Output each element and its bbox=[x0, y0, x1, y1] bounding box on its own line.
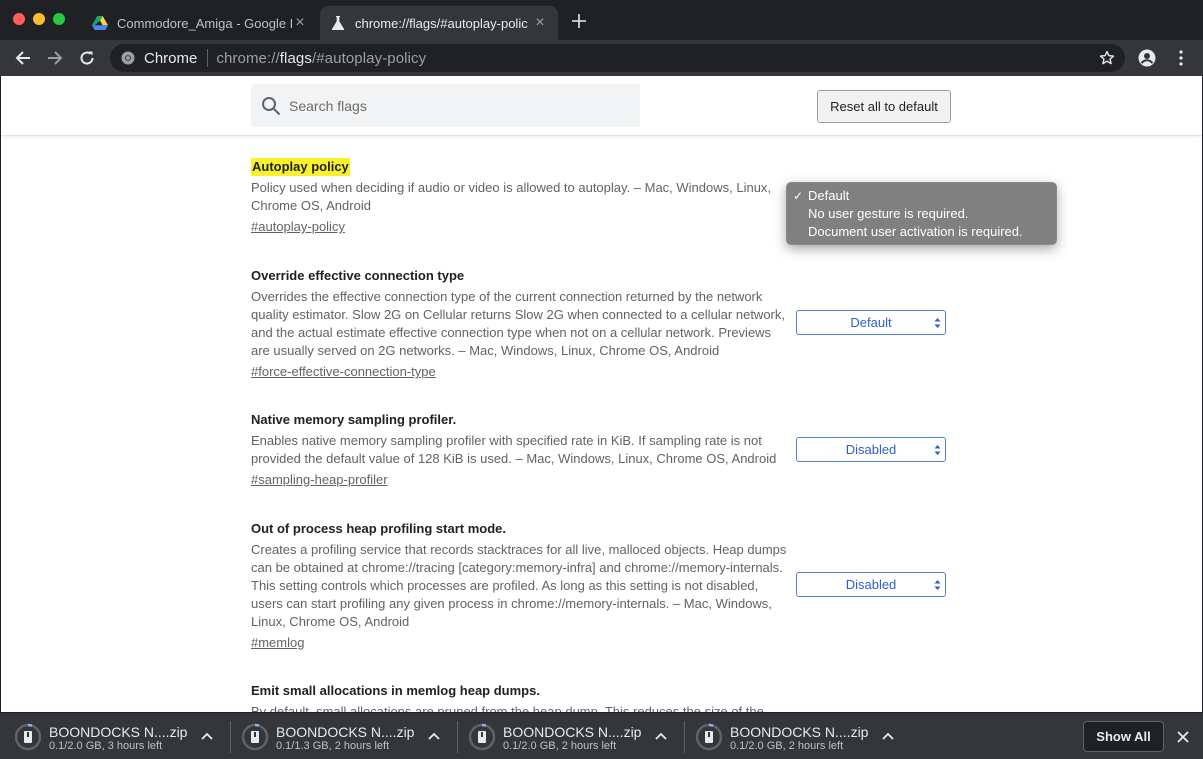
tab-strip: Commodore_Amiga - Google D × chrome://fl… bbox=[0, 0, 1203, 40]
close-shelf-button[interactable] bbox=[1174, 728, 1192, 746]
download-status: 0.1/2.0 GB, 2 hours left bbox=[730, 740, 844, 752]
chevron-up-icon[interactable] bbox=[881, 730, 895, 744]
download-shelf: BOONDOCKS N....zip 0.1/2.0 GB, 3 hours l… bbox=[0, 712, 1203, 759]
chevron-up-icon[interactable] bbox=[200, 730, 214, 744]
download-status: 0.1/2.0 GB, 3 hours left bbox=[49, 740, 163, 752]
dropdown-option-user-activation[interactable]: Document user activation is required. bbox=[787, 223, 1056, 241]
experiment-name: Emit small allocations in memlog heap du… bbox=[251, 683, 540, 698]
flags-header: Reset all to default bbox=[1, 76, 1202, 136]
experiment-memlog: Out of process heap profiling start mode… bbox=[251, 520, 791, 652]
bookmark-star-button[interactable] bbox=[1095, 46, 1119, 70]
download-progress-icon bbox=[695, 723, 723, 751]
experiment-description: Policy used when deciding if audio or vi… bbox=[251, 180, 772, 213]
experiment-description: Creates a profiling service that records… bbox=[251, 542, 787, 629]
forward-button[interactable] bbox=[43, 46, 67, 70]
experiment-link[interactable]: #sampling-heap-profiler bbox=[251, 471, 388, 489]
experiment-name: Autoplay policy bbox=[251, 158, 350, 176]
experiment-native-memory-sampling: Native memory sampling profiler. Enables… bbox=[251, 411, 791, 489]
chevron-up-icon[interactable] bbox=[654, 730, 668, 744]
experiment-description: By default, small allocations are pruned… bbox=[251, 704, 764, 712]
download-progress-icon bbox=[14, 723, 42, 751]
account-icon bbox=[1138, 49, 1156, 67]
menu-button[interactable] bbox=[1169, 46, 1193, 70]
reload-icon bbox=[80, 51, 94, 65]
omnibox[interactable]: Chrome chrome://flags/#autoplay-policy bbox=[110, 44, 1125, 72]
experiment-memlog-small-allocations: Emit small allocations in memlog heap du… bbox=[251, 682, 791, 712]
tab-google-drive[interactable]: Commodore_Amiga - Google D × bbox=[82, 6, 318, 40]
sampling-profiler-select[interactable]: Disabled bbox=[796, 437, 946, 462]
connection-type-select[interactable]: Default bbox=[796, 310, 946, 335]
download-filename: BOONDOCKS N....zip bbox=[503, 724, 642, 740]
maximize-window-button[interactable] bbox=[53, 13, 65, 25]
profile-button[interactable] bbox=[1135, 46, 1159, 70]
download-item[interactable]: BOONDOCKS N....zip 0.1/2.0 GB, 2 hours l… bbox=[454, 719, 676, 755]
experiment-link[interactable]: #memlog bbox=[251, 634, 304, 652]
plus-icon bbox=[572, 14, 586, 28]
omnibox-url: chrome://flags/#autoplay-policy bbox=[216, 49, 427, 67]
experiment-name: Override effective connection type bbox=[251, 268, 465, 283]
experiment-link[interactable]: #force-effective-connection-type bbox=[251, 363, 436, 381]
experiment-name: Native memory sampling profiler. bbox=[251, 412, 457, 427]
close-icon bbox=[1177, 731, 1189, 743]
experiment-name: Out of process heap profiling start mode… bbox=[251, 521, 506, 536]
checkmark-icon: ✓ bbox=[793, 189, 804, 203]
reset-all-button[interactable]: Reset all to default bbox=[817, 90, 951, 123]
autoplay-policy-dropdown[interactable]: ✓ Default No user gesture is required. D… bbox=[786, 182, 1057, 245]
memlog-select[interactable]: Disabled bbox=[796, 572, 946, 597]
download-status: 0.1/2.0 GB, 2 hours left bbox=[503, 740, 617, 752]
search-box[interactable] bbox=[251, 84, 640, 127]
kebab-menu-icon bbox=[1179, 50, 1183, 66]
arrow-left-icon bbox=[15, 51, 30, 65]
chrome-logo-icon bbox=[120, 50, 136, 66]
chevron-up-icon[interactable] bbox=[427, 730, 441, 744]
tab-chrome-flags[interactable]: chrome://flags/#autoplay-polic × bbox=[320, 6, 558, 40]
close-tab-icon[interactable]: × bbox=[532, 14, 548, 31]
select-value: Default bbox=[850, 315, 892, 330]
experiment-override-connection-type: Override effective connection type Overr… bbox=[251, 267, 791, 381]
new-tab-button[interactable] bbox=[568, 10, 590, 32]
arrow-right-icon bbox=[48, 51, 63, 65]
flask-icon bbox=[330, 15, 346, 31]
tab-title: chrome://flags/#autoplay-polic bbox=[355, 15, 528, 31]
select-caret-icon bbox=[934, 318, 941, 328]
download-progress-icon bbox=[241, 723, 269, 751]
download-item[interactable]: BOONDOCKS N....zip 0.1/2.0 GB, 2 hours l… bbox=[681, 719, 903, 755]
download-progress-icon bbox=[468, 723, 496, 751]
search-icon bbox=[262, 96, 281, 115]
download-filename: BOONDOCKS N....zip bbox=[49, 724, 188, 740]
dropdown-option-default[interactable]: ✓ Default bbox=[787, 187, 1056, 205]
experiment-description: Overrides the effective connection type … bbox=[251, 289, 785, 358]
google-drive-icon bbox=[92, 15, 108, 31]
close-window-button[interactable] bbox=[13, 13, 25, 25]
select-value: Disabled bbox=[845, 577, 897, 592]
browser-toolbar: Chrome chrome://flags/#autoplay-policy bbox=[0, 40, 1203, 76]
flags-page: Reset all to default Autoplay policy Pol… bbox=[0, 76, 1203, 712]
back-button[interactable] bbox=[11, 46, 35, 70]
tab-title: Commodore_Amiga - Google D bbox=[117, 15, 292, 31]
close-tab-icon[interactable]: × bbox=[292, 14, 308, 31]
search-flags-input[interactable] bbox=[289, 97, 619, 114]
download-item[interactable]: BOONDOCKS N....zip 0.1/2.0 GB, 3 hours l… bbox=[0, 719, 222, 755]
select-value: Disabled bbox=[845, 442, 897, 457]
show-all-downloads-button[interactable]: Show All bbox=[1083, 721, 1164, 752]
minimize-window-button[interactable] bbox=[33, 13, 45, 25]
omnibox-chip: Chrome bbox=[144, 49, 198, 67]
dropdown-option-no-gesture[interactable]: No user gesture is required. bbox=[787, 205, 1056, 223]
experiment-description: Enables native memory sampling profiler … bbox=[251, 433, 777, 466]
star-icon bbox=[1099, 50, 1115, 65]
select-caret-icon bbox=[934, 580, 941, 590]
experiment-autoplay-policy: Autoplay policy Policy used when decidin… bbox=[251, 158, 791, 236]
download-filename: BOONDOCKS N....zip bbox=[730, 724, 869, 740]
experiment-link[interactable]: #autoplay-policy bbox=[251, 218, 345, 236]
download-status: 0.1/1.3 GB, 2 hours left bbox=[276, 740, 390, 752]
download-item[interactable]: BOONDOCKS N....zip 0.1/1.3 GB, 2 hours l… bbox=[227, 719, 449, 755]
download-filename: BOONDOCKS N....zip bbox=[276, 724, 415, 740]
reload-button[interactable] bbox=[75, 46, 99, 70]
select-caret-icon bbox=[934, 445, 941, 455]
omnibox-separator bbox=[207, 49, 209, 67]
